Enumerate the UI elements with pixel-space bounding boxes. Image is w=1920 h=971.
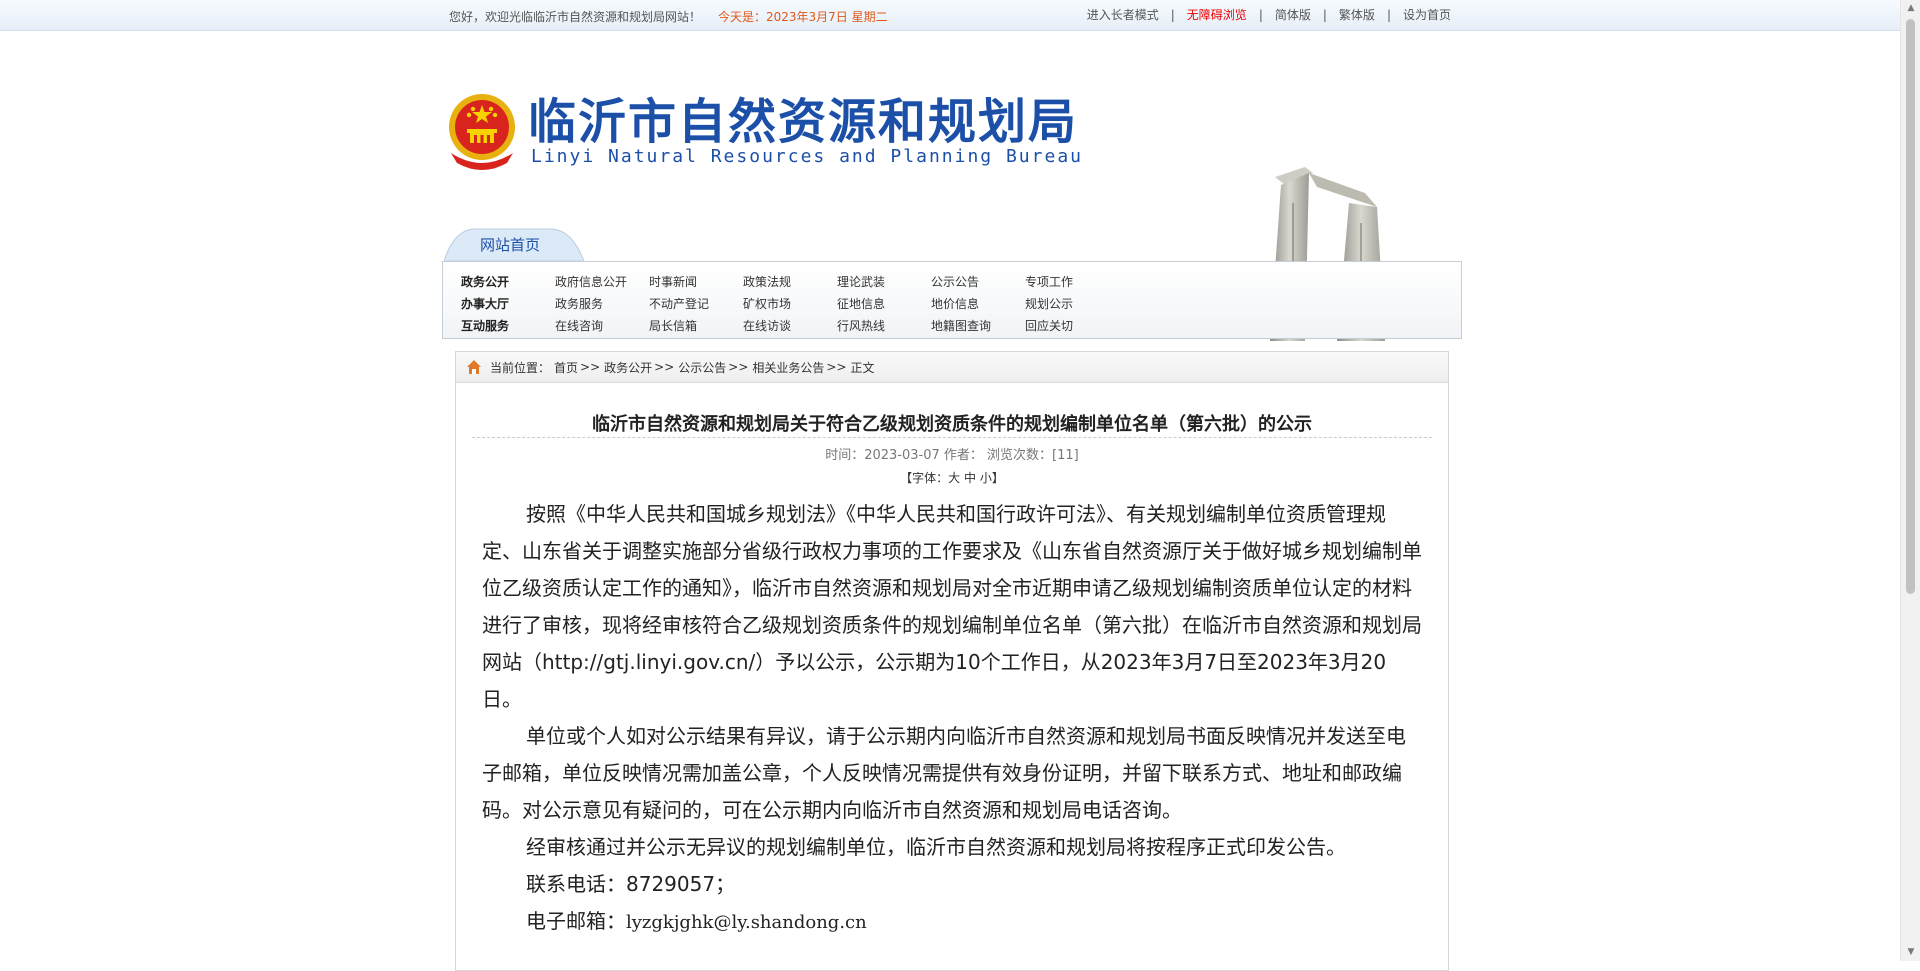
simplified-link[interactable]: 简体版 bbox=[1275, 6, 1311, 23]
article-meta: 时间：2023-03-07 作者： 浏览次数：[11] bbox=[825, 448, 1079, 463]
nav-item[interactable]: 时事新闻 bbox=[649, 273, 743, 290]
nav-row-service: 办事大厅 政务服务 不动产登记 矿权市场 征地信息 地价信息 规划公示 bbox=[461, 292, 1119, 314]
article-title: 临沂市自然资源和规划局关于符合乙级规划资质条件的规划编制单位名单（第六批）的公示 bbox=[592, 414, 1312, 435]
nav-head-interactive[interactable]: 互动服务 bbox=[461, 317, 555, 334]
welcome-text: 您好，欢迎光临临沂市自然资源和规划局网站！ bbox=[449, 10, 702, 24]
article-panel: 当前位置： 首页 >> 政务公开 >> 公示公告 >> 相关业务公告 >> 正文… bbox=[455, 351, 1449, 971]
breadcrumb-business[interactable]: 相关业务公告 bbox=[752, 359, 824, 376]
paragraph: 按照《中华人民共和国城乡规划法》《中华人民共和国行政许可法》、有关规划编制单位资… bbox=[482, 502, 1422, 711]
contact-email: 电子邮箱：lyzgkjghk@ly.shandong.cn bbox=[526, 909, 867, 933]
breadcrumb-home[interactable]: 首页 bbox=[554, 359, 578, 376]
home-icon bbox=[467, 360, 481, 374]
breadcrumb: 当前位置： 首页 >> 政务公开 >> 公示公告 >> 相关业务公告 >> 正文 bbox=[456, 352, 1448, 383]
breadcrumb-affairs[interactable]: 政务公开 bbox=[604, 359, 652, 376]
set-homepage-link[interactable]: 设为首页 bbox=[1403, 6, 1451, 23]
main-nav: 政务公开 政府信息公开 时事新闻 政策法规 理论武装 公示公告 专项工作 办事大… bbox=[442, 261, 1462, 339]
today-date: 今天是：2023年3月7日 星期二 bbox=[718, 10, 888, 24]
nav-item[interactable]: 政策法规 bbox=[743, 273, 837, 290]
nav-item[interactable]: 规划公示 bbox=[1025, 295, 1119, 312]
paragraph: 单位或个人如对公示结果有异议，请于公示期内向临沂市自然资源和规划局书面反映情况并… bbox=[482, 724, 1406, 822]
nav-head-affairs[interactable]: 政务公开 bbox=[461, 273, 555, 290]
nav-item[interactable]: 地价信息 bbox=[931, 295, 1025, 312]
nav-item[interactable]: 矿权市场 bbox=[743, 295, 837, 312]
top-links: 进入长者模式 | 无障碍浏览 | 简体版 | 繁体版 | 设为首页 bbox=[1086, 6, 1451, 23]
nav-item[interactable]: 公示公告 bbox=[931, 273, 1025, 290]
font-small-button[interactable]: 小 bbox=[980, 471, 992, 485]
nav-item[interactable]: 行风热线 bbox=[837, 317, 931, 334]
title-divider bbox=[472, 437, 1432, 438]
breadcrumb-current: 正文 bbox=[850, 360, 875, 375]
nav-row-affairs: 政务公开 政府信息公开 时事新闻 政策法规 理论武装 公示公告 专项工作 bbox=[461, 270, 1119, 292]
elder-mode-link[interactable]: 进入长者模式 bbox=[1087, 6, 1159, 23]
nav-item[interactable]: 理论武装 bbox=[837, 273, 931, 290]
article-body: 按照《中华人民共和国城乡规划法》《中华人民共和国行政许可法》、有关规划编制单位资… bbox=[482, 496, 1424, 941]
font-large-button[interactable]: 大 bbox=[948, 471, 960, 485]
contact-phone: 联系电话：8729057； bbox=[526, 872, 736, 896]
nav-item[interactable]: 在线访谈 bbox=[743, 317, 837, 334]
nav-item[interactable]: 不动产登记 bbox=[649, 295, 743, 312]
scroll-up-icon[interactable]: ▲ bbox=[1901, 0, 1920, 17]
email-address: lyzgkjghk@ly.shandong.cn bbox=[626, 912, 867, 933]
top-bar: 您好，欢迎光临临沂市自然资源和规划局网站！ 今天是：2023年3月7日 星期二 … bbox=[0, 0, 1900, 31]
font-size-switcher: 【字体：大 中 小】 bbox=[900, 471, 1004, 485]
font-medium-button[interactable]: 中 bbox=[964, 471, 976, 485]
nav-item[interactable]: 局长信箱 bbox=[649, 317, 743, 334]
scroll-down-icon[interactable]: ▼ bbox=[1901, 944, 1920, 961]
paragraph: 经审核通过并公示无异议的规划编制单位，临沂市自然资源和规划局将按程序正式印发公告… bbox=[526, 835, 1346, 859]
traditional-link[interactable]: 繁体版 bbox=[1339, 6, 1375, 23]
nav-item[interactable]: 专项工作 bbox=[1025, 273, 1119, 290]
nav-row-interactive: 互动服务 在线咨询 局长信箱 在线访谈 行风热线 地籍图查询 回应关切 bbox=[461, 314, 1119, 336]
nav-head-service[interactable]: 办事大厅 bbox=[461, 295, 555, 312]
accessibility-link[interactable]: 无障碍浏览 bbox=[1187, 6, 1247, 23]
site-subtitle: Linyi Natural Resources and Planning Bur… bbox=[531, 146, 1083, 167]
nav-item[interactable]: 政府信息公开 bbox=[555, 273, 649, 290]
nav-item[interactable]: 政务服务 bbox=[555, 295, 649, 312]
breadcrumb-notices[interactable]: 公示公告 bbox=[678, 359, 726, 376]
nav-item[interactable]: 在线咨询 bbox=[555, 317, 649, 334]
page-scrollbar[interactable]: ▲ ▼ bbox=[1900, 0, 1920, 961]
nav-item[interactable]: 地籍图查询 bbox=[931, 317, 1025, 334]
site-title: 临沂市自然资源和规划局 bbox=[528, 94, 1079, 150]
breadcrumb-label: 当前位置： bbox=[490, 360, 551, 375]
nav-item[interactable]: 回应关切 bbox=[1025, 317, 1119, 334]
nav-item[interactable]: 征地信息 bbox=[837, 295, 931, 312]
national-emblem-icon bbox=[449, 94, 515, 170]
scroll-thumb[interactable] bbox=[1906, 19, 1915, 594]
home-tab-label[interactable]: 网站首页 bbox=[480, 234, 540, 255]
